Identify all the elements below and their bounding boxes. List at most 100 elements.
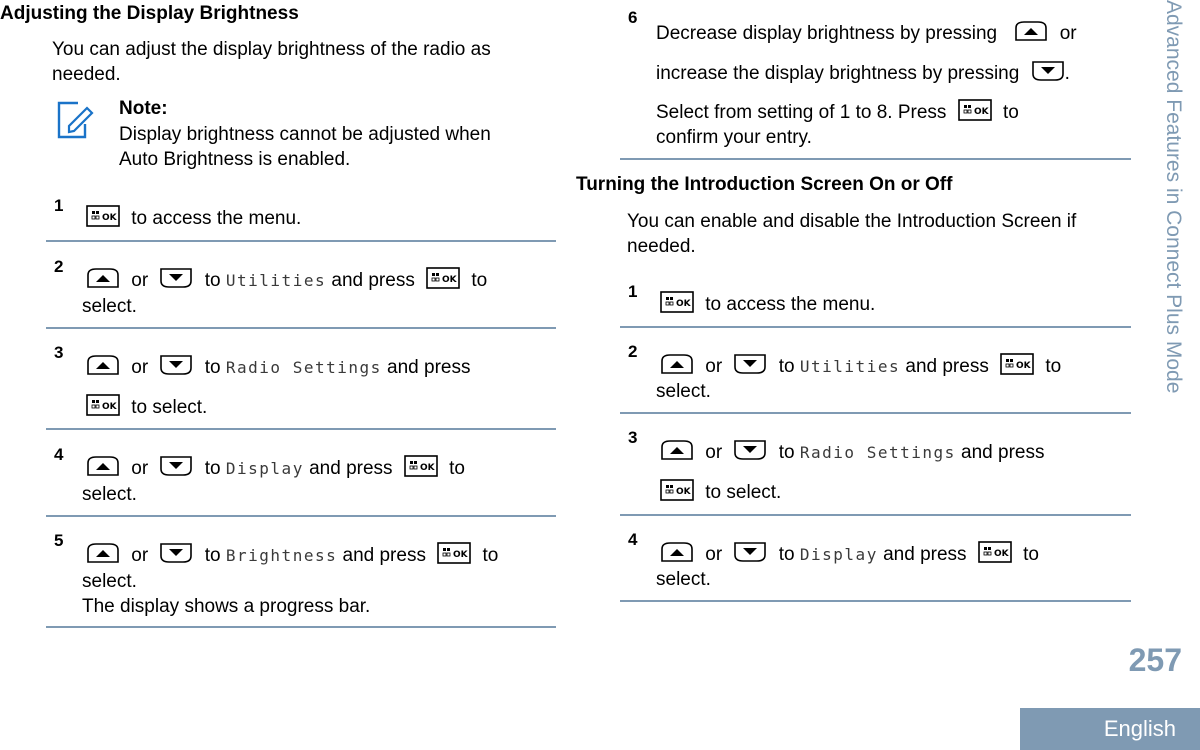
- and-press-text: and press: [387, 357, 471, 378]
- to-text: to: [204, 458, 221, 479]
- up-arrow-key-icon: [86, 267, 120, 289]
- step-number: 5: [54, 531, 64, 550]
- step-item: 3 or to Radio Settings and press to sele…: [628, 428, 1132, 513]
- to-text: to: [778, 544, 795, 565]
- section-title: Adjusting the Display Brightness: [0, 3, 299, 24]
- down-arrow-key-icon: [159, 542, 193, 564]
- up-arrow-key-icon: [86, 542, 120, 564]
- step-number: 3: [628, 428, 638, 447]
- menu-item-name: Brightness: [225, 546, 338, 565]
- or-text: or: [131, 545, 149, 566]
- menu-item-name: Utilities: [225, 271, 327, 290]
- and-press-text: and press: [331, 270, 415, 291]
- down-arrow-key-icon: [159, 267, 193, 289]
- menu-item-name: Display: [799, 545, 878, 564]
- to-text: to: [778, 442, 795, 463]
- step-item: 2 or to Utilities and press to select.: [54, 257, 556, 327]
- menu-item-name: Radio Settings: [799, 443, 956, 462]
- to-text: to: [449, 458, 465, 479]
- menu-ok-key-icon: [86, 205, 120, 227]
- up-arrow-key-icon: [1014, 20, 1048, 42]
- intro-line: needed.: [627, 236, 696, 257]
- to-text: to: [1002, 102, 1019, 123]
- chapter-side-tab: Advanced Features in Connect Plus Mode: [1162, 0, 1185, 394]
- note-pencil-icon: [57, 101, 94, 139]
- up-arrow-key-icon: [660, 541, 694, 563]
- menu-item-name: Utilities: [799, 357, 901, 376]
- step-number: 1: [54, 196, 64, 215]
- menu-ok-key-icon: [660, 479, 694, 501]
- intro-line: needed.: [52, 64, 121, 85]
- divider: [46, 515, 556, 517]
- or-text: or: [131, 357, 149, 378]
- up-arrow-key-icon: [86, 455, 120, 477]
- page-number: 257: [1128, 642, 1182, 678]
- note-line: Auto Brightness is enabled.: [119, 149, 351, 170]
- intro-paragraph: You can enable and disable the Introduct…: [627, 209, 1076, 259]
- up-arrow-key-icon: [660, 353, 694, 375]
- step-text: to access the menu.: [131, 208, 302, 229]
- step-item: 2 or to Utilities and press to select.: [628, 342, 1132, 412]
- step-text-line3: The display shows a progress bar.: [82, 596, 371, 617]
- to-text: to: [778, 356, 795, 377]
- or-text: or: [131, 458, 149, 479]
- menu-ok-key-icon: [978, 541, 1012, 563]
- step-text: to access the menu.: [705, 294, 876, 315]
- or-text: or: [1059, 23, 1077, 44]
- menu-ok-key-icon: [1000, 353, 1034, 375]
- divider: [620, 158, 1131, 160]
- divider: [46, 327, 556, 329]
- step-item: 3 or to Radio Settings and press to sele…: [54, 343, 556, 428]
- period-text: .: [1064, 63, 1070, 84]
- to-text: to: [1045, 356, 1062, 377]
- menu-ok-key-icon: [437, 542, 472, 564]
- step-item: 5 or to Brightness and press to select. …: [54, 531, 556, 626]
- up-arrow-key-icon: [86, 354, 120, 376]
- note-title: Note:: [119, 98, 168, 119]
- or-text: or: [705, 442, 723, 463]
- down-arrow-key-icon: [733, 353, 767, 375]
- menu-ok-key-icon: [404, 455, 438, 477]
- intro-line: You can adjust the display brightness of…: [52, 39, 491, 60]
- to-text: to: [204, 357, 221, 378]
- step-text-line2: to select.: [705, 482, 782, 503]
- step-number: 4: [54, 445, 64, 464]
- menu-ok-key-icon: [426, 267, 460, 289]
- step-text: increase the display brightness by press…: [656, 63, 1020, 84]
- note-line: Display brightness cannot be adjusted wh…: [119, 124, 491, 145]
- up-arrow-key-icon: [660, 439, 694, 461]
- step-number: 3: [54, 343, 64, 362]
- down-arrow-key-icon: [159, 455, 193, 477]
- intro-line: You can enable and disable the Introduct…: [627, 211, 1077, 232]
- step-text-line2: select.: [82, 571, 137, 592]
- step-text-line2: select.: [656, 381, 711, 402]
- note-text: Display brightness cannot be adjusted wh…: [119, 122, 549, 172]
- menu-ok-key-icon: [957, 99, 992, 121]
- step-item: 6 Decrease display brightness by pressin…: [628, 8, 1132, 158]
- divider: [620, 514, 1131, 516]
- step-number: 2: [54, 257, 64, 276]
- and-press-text: and press: [883, 544, 967, 565]
- menu-ok-key-icon: [660, 291, 694, 313]
- divider: [620, 600, 1131, 602]
- divider: [46, 428, 556, 430]
- step-item: 1 to access the menu.: [54, 196, 556, 240]
- language-label: English: [1103, 716, 1176, 741]
- step-item: 1 to access the menu.: [628, 282, 1132, 326]
- divider: [620, 412, 1131, 414]
- menu-ok-key-icon: [86, 394, 120, 416]
- step-number: 1: [628, 282, 638, 301]
- or-text: or: [705, 544, 723, 565]
- down-arrow-key-icon: [159, 354, 193, 376]
- step-text: Decrease display brightness by pressing: [656, 23, 998, 44]
- step-text-line2: select.: [82, 296, 137, 317]
- to-text: to: [471, 270, 488, 291]
- menu-item-name: Radio Settings: [225, 358, 382, 377]
- step-item: 4 or to Display and press to select.: [628, 530, 1132, 600]
- to-text: to: [204, 545, 221, 566]
- step-number: 4: [628, 530, 638, 549]
- to-text: to: [204, 270, 221, 291]
- divider: [620, 326, 1131, 328]
- down-arrow-key-icon: [733, 439, 767, 461]
- step-number: 2: [628, 342, 638, 361]
